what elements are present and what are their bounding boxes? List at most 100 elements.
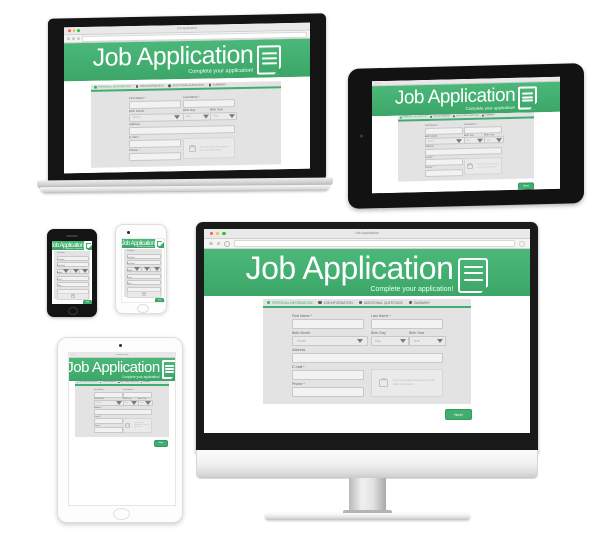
- tab-summary[interactable]: SUMMARY: [208, 83, 227, 87]
- device-tablet-portrait: Job Application Job Application Complete…: [57, 337, 183, 523]
- back-icon[interactable]: [209, 241, 213, 246]
- phone-white-screen: Job Application Complete your applicatio…: [121, 238, 165, 303]
- phone-black-chassis: Job Application Complete your applicatio…: [47, 229, 97, 317]
- address-input[interactable]: [94, 409, 152, 416]
- browser-titlebar: Job Application: [204, 229, 530, 239]
- page-title: Job Application: [92, 40, 254, 73]
- birth-day-placeholder: Day: [466, 139, 471, 142]
- phone-input[interactable]: [425, 168, 463, 177]
- birth-month-select[interactable]: Month: [425, 137, 465, 146]
- tab-label: SUMMARY: [212, 83, 227, 87]
- search-icon[interactable]: [77, 37, 80, 41]
- next-button[interactable]: Next: [83, 300, 92, 304]
- address-input[interactable]: [292, 353, 443, 363]
- home-button[interactable]: [68, 307, 78, 315]
- form-panel: PERSONAL INFORMATION JOB INFORMATION ADD…: [263, 299, 471, 404]
- page-subtitle: Complete your application!: [188, 67, 254, 76]
- email-input[interactable]: [129, 138, 181, 148]
- birth-day-select[interactable]: Day: [464, 136, 485, 145]
- tab-additional-questions[interactable]: ADDITIONAL QUESTIONS: [453, 114, 479, 118]
- phone-input[interactable]: [292, 387, 364, 397]
- home-button[interactable]: [137, 304, 149, 313]
- lock-icon: [467, 163, 473, 170]
- first-name-input[interactable]: [129, 99, 181, 109]
- birth-year-select[interactable]: Year: [210, 111, 237, 121]
- privacy-note: Your personal information is kept safe a…: [464, 157, 502, 176]
- email-input[interactable]: [292, 370, 364, 380]
- tab-personal-information[interactable]: PERSONAL INFORMATION: [400, 116, 427, 119]
- first-name-input[interactable]: [292, 319, 364, 329]
- phone-input[interactable]: [129, 151, 181, 161]
- forward-icon[interactable]: [216, 241, 220, 246]
- address-input[interactable]: [425, 146, 502, 156]
- device-laptop: Job Application Job Application Complete…: [37, 13, 333, 202]
- tab-personal-information[interactable]: PERSONAL INFORMATION: [94, 85, 131, 89]
- birth-year-select[interactable]: [150, 266, 161, 272]
- tab-job-information[interactable]: JOB INFORMATION: [318, 301, 353, 305]
- last-name-input[interactable]: [464, 125, 502, 134]
- tablet-portrait-chassis: Job Application Job Application Complete…: [57, 337, 183, 523]
- tab-summary[interactable]: SUMMARY: [140, 381, 151, 384]
- birth-year-placeholder: Year: [486, 138, 491, 141]
- lock-icon: [379, 379, 388, 387]
- tab-summary[interactable]: SUMMARY: [408, 301, 430, 305]
- birth-month-select[interactable]: Month: [129, 112, 184, 122]
- birth-year-select[interactable]: Year: [409, 336, 446, 346]
- laptop-base: [40, 184, 330, 194]
- tab-personal-information[interactable]: PERSONAL INFORMATION: [76, 381, 98, 384]
- monitor-chin: [196, 450, 538, 479]
- birth-day-select[interactable]: Day: [371, 336, 409, 346]
- tab-personal-information[interactable]: PERSONAL INFORMATION: [267, 301, 312, 305]
- birth-year-select[interactable]: Year: [138, 400, 153, 407]
- address-bar[interactable]: [234, 239, 515, 248]
- speaker-icon: [66, 235, 78, 237]
- back-icon[interactable]: [67, 37, 70, 41]
- birth-year-select[interactable]: Year: [484, 136, 504, 144]
- lock-icon: [188, 145, 196, 152]
- next-button[interactable]: Next: [518, 182, 534, 191]
- email-input[interactable]: [425, 158, 463, 167]
- next-button[interactable]: Next: [445, 409, 472, 420]
- phone-label: Phone *: [425, 165, 434, 170]
- email-label: E-mail *: [94, 415, 102, 418]
- tab-additional-questions[interactable]: ADDITIONAL QUESTIONS: [168, 84, 204, 88]
- tab-job-information[interactable]: JOB INFORMATION: [135, 84, 163, 88]
- tab-job-information[interactable]: JOB INFORMATION: [99, 381, 116, 384]
- tab-additional-questions[interactable]: ADDITIONAL QUESTIONS: [358, 301, 403, 305]
- document-form-icon: [458, 258, 489, 293]
- next-button[interactable]: Next: [154, 440, 168, 447]
- camera-icon: [127, 231, 130, 234]
- last-name-input[interactable]: [371, 319, 443, 329]
- search-icon[interactable]: [224, 240, 230, 247]
- app-header: Job Application Complete your applicatio…: [69, 358, 175, 381]
- monitor-neck: [349, 478, 386, 512]
- next-button[interactable]: Next: [155, 298, 164, 302]
- birth-month-select[interactable]: Month: [94, 400, 125, 407]
- window-controls[interactable]: [375, 82, 380, 84]
- birth-day-select[interactable]: Day: [183, 112, 211, 121]
- tab-additional-questions[interactable]: ADDITIONAL QUESTIONS: [117, 381, 139, 384]
- next-button[interactable]: Next: [257, 169, 277, 174]
- first-name-input[interactable]: [425, 126, 463, 135]
- last-name-input[interactable]: [183, 98, 235, 108]
- email-input[interactable]: [94, 418, 123, 425]
- tab-job-information[interactable]: JOB INFORMATION: [429, 115, 450, 118]
- tablet-landscape-chassis: Job Application Complete your applicatio…: [348, 63, 584, 209]
- refresh-icon[interactable]: [519, 240, 525, 247]
- birth-day-placeholder: Day: [375, 339, 381, 343]
- forward-icon[interactable]: [72, 37, 75, 41]
- address-label: Address: [94, 406, 102, 409]
- page-subtitle: Complete your application!: [121, 374, 160, 379]
- address-input[interactable]: [129, 124, 235, 135]
- birth-year-label: Birth Year: [409, 331, 425, 335]
- home-button[interactable]: [113, 508, 130, 520]
- last-name-label: Last Name *: [183, 94, 200, 100]
- app-screen-laptop: Job Application Job Application Complete…: [64, 22, 310, 174]
- birth-year-select[interactable]: [79, 268, 89, 274]
- app-screen-phone-white: Job Application Complete your applicatio…: [122, 239, 164, 302]
- tab-summary[interactable]: SUMMARY: [482, 114, 495, 117]
- email-label: E-mail *: [129, 134, 140, 140]
- birth-day-select[interactable]: Day: [123, 400, 139, 407]
- birth-month-select[interactable]: Month: [292, 336, 368, 346]
- phone-input[interactable]: [94, 427, 123, 434]
